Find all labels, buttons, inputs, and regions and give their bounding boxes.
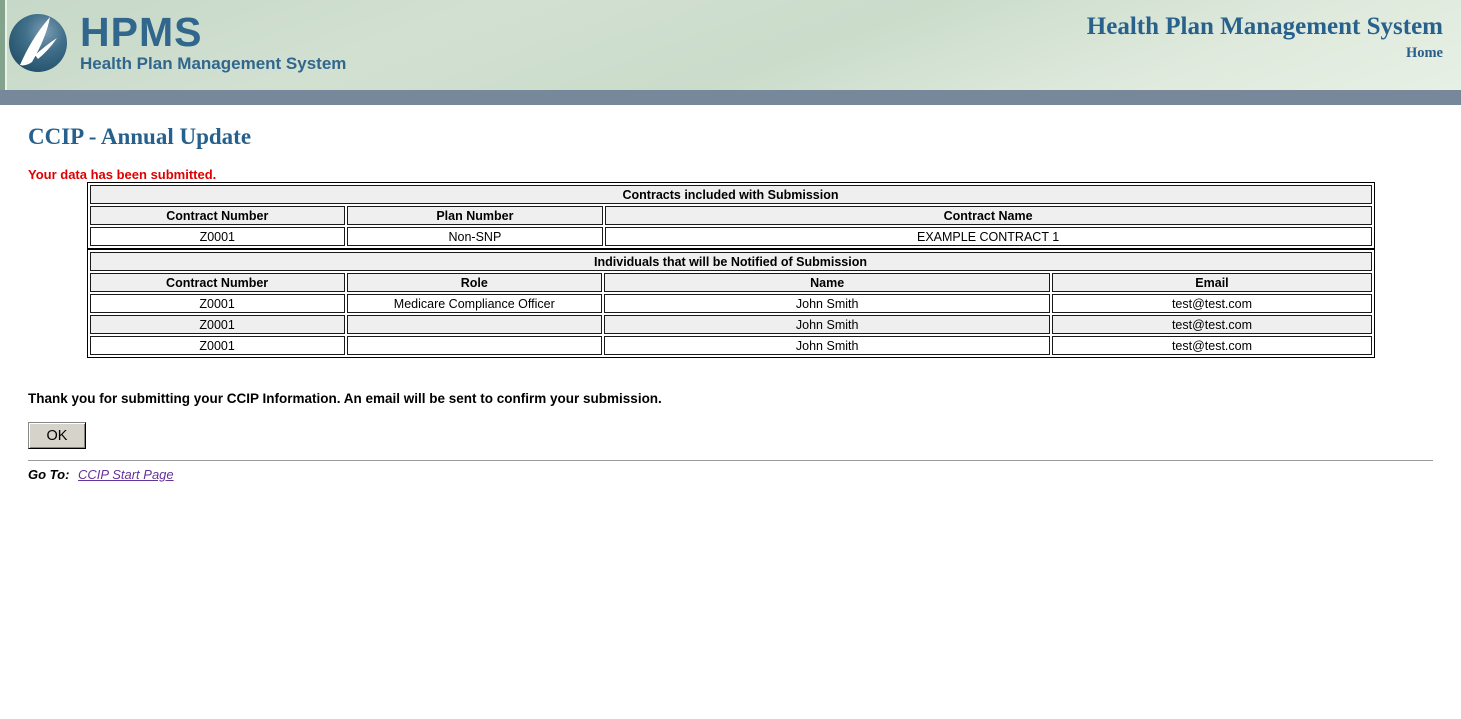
table-cell-plan-number: Non-SNP	[347, 227, 603, 246]
column-header-contract-number: Contract Number	[89, 206, 346, 225]
footer-divider	[28, 460, 1433, 462]
table-cell-contract-number: Z0001	[89, 315, 345, 334]
table-cell-name: John Smith	[603, 294, 1051, 313]
table-row: Z0001 Non-SNP EXAMPLE CONTRACT 1	[89, 227, 1372, 246]
table-cell-contract-number: Z0001	[89, 227, 346, 246]
individuals-table: Individuals that will be Notified of Sub…	[86, 249, 1375, 358]
table-cell-email: test@test.com	[1052, 315, 1372, 334]
table-cell-contract-number: Z0001	[89, 294, 345, 313]
table-title-row: Contracts included with Submission	[89, 185, 1372, 204]
table-title-row: Individuals that will be Notified of Sub…	[89, 252, 1372, 271]
logo-acronym: HPMS	[80, 9, 203, 55]
table-header-row: Contract Number Role Name Email	[89, 273, 1372, 292]
page-title: CCIP - Annual Update	[28, 124, 252, 149]
ccip-start-page-link[interactable]: CCIP Start Page	[78, 467, 174, 482]
ok-button[interactable]: OK	[28, 422, 86, 449]
column-header-contract-number: Contract Number	[89, 273, 345, 292]
table-cell-email: test@test.com	[1052, 294, 1372, 313]
contracts-table: Contracts included with Submission Contr…	[86, 182, 1375, 249]
column-header-contract-name: Contract Name	[604, 206, 1372, 225]
table-cell-contract-name: EXAMPLE CONTRACT 1	[604, 227, 1372, 246]
table-cell-role	[346, 315, 602, 334]
logo-text-block: HPMS Health Plan Management System	[80, 11, 346, 74]
table-row: Z0001 John Smith test@test.com	[89, 336, 1372, 355]
table-cell-email: test@test.com	[1052, 336, 1372, 355]
table-cell-contract-number: Z0001	[89, 336, 345, 355]
status-message: Your data has been submitted.	[28, 167, 217, 182]
column-header-role: Role	[346, 273, 602, 292]
table-cell-role	[346, 336, 602, 355]
home-link[interactable]: Home	[1406, 45, 1443, 62]
contracts-table-title: Contracts included with Submission	[89, 185, 1372, 204]
table-row: Z0001 Medicare Compliance Officer John S…	[89, 294, 1372, 313]
header-divider-bar	[0, 90, 1461, 105]
logo-tagline: Health Plan Management System	[80, 54, 347, 73]
table-cell-name: John Smith	[603, 315, 1051, 334]
header-right-block: Health Plan Management System Home	[1087, 13, 1443, 62]
goto-label: Go To:	[28, 467, 70, 482]
column-header-plan-number: Plan Number	[347, 206, 603, 225]
header-accent-strip-light	[5, 0, 7, 90]
thank-you-message: Thank you for submitting your CCIP Infor…	[28, 391, 662, 406]
hpms-logo[interactable]: HPMS Health Plan Management System	[8, 11, 346, 74]
hpms-globe-icon	[9, 14, 67, 72]
column-header-email: Email	[1052, 273, 1372, 292]
system-title: Health Plan Management System	[1086, 13, 1443, 40]
page-header: HPMS Health Plan Management System Healt…	[0, 0, 1461, 90]
table-row: Z0001 John Smith test@test.com	[89, 315, 1372, 334]
individuals-table-title: Individuals that will be Notified of Sub…	[89, 252, 1372, 271]
table-cell-role: Medicare Compliance Officer	[346, 294, 602, 313]
table-cell-name: John Smith	[603, 336, 1051, 355]
goto-line: Go To: CCIP Start Page	[28, 467, 1461, 482]
column-header-name: Name	[603, 273, 1051, 292]
table-header-row: Contract Number Plan Number Contract Nam…	[89, 206, 1372, 225]
